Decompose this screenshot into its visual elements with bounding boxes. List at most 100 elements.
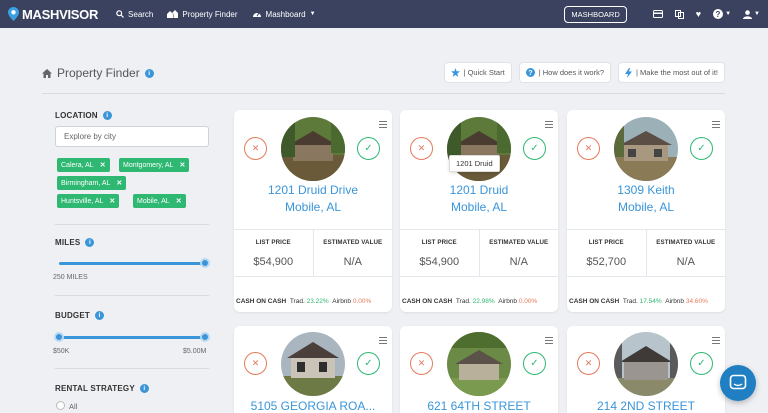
approve-button[interactable]: ✓ bbox=[357, 352, 380, 375]
remove-tag-icon[interactable]: ✕ bbox=[176, 197, 182, 205]
property-address-line1[interactable]: 5105 GEORGIA ROA... bbox=[234, 398, 392, 413]
miles-label-text: MILES bbox=[55, 238, 81, 247]
budget-info-icon[interactable]: i bbox=[94, 311, 104, 320]
remove-tag-icon[interactable]: ✕ bbox=[179, 161, 185, 169]
property-address-line2[interactable]: Mobile, AL bbox=[567, 199, 725, 216]
search-icon bbox=[116, 10, 124, 18]
property-photo[interactable] bbox=[281, 117, 345, 181]
remove-tag-icon[interactable]: ✕ bbox=[109, 197, 115, 205]
page-title-text: Property Finder bbox=[57, 66, 140, 80]
miles-slider-handle[interactable] bbox=[200, 258, 210, 268]
rental-all-radio[interactable] bbox=[56, 401, 65, 410]
property-card[interactable]: ✕ ✓ 1201 Druid Drive Mobile, AL LIST PRI… bbox=[234, 110, 392, 312]
approve-button[interactable]: ✓ bbox=[523, 137, 546, 160]
location-tag-calera[interactable]: Calera, AL ✕ bbox=[57, 158, 110, 172]
budget-max-handle[interactable] bbox=[200, 332, 210, 342]
hamburger-menu-icon[interactable] bbox=[545, 121, 553, 130]
reject-button[interactable]: ✕ bbox=[577, 352, 600, 375]
remove-tag-icon[interactable]: ✕ bbox=[116, 179, 122, 187]
estimated-value: N/A bbox=[509, 256, 528, 268]
nav-search[interactable]: Search bbox=[116, 10, 153, 19]
page-header: Property Finder i | Quick Start ? | How … bbox=[42, 62, 725, 94]
quick-start-button[interactable]: | Quick Start bbox=[443, 62, 512, 83]
hamburger-menu-icon[interactable] bbox=[545, 337, 553, 346]
miles-info-icon[interactable]: i bbox=[85, 238, 95, 247]
nav-search-label: Search bbox=[128, 9, 154, 19]
reject-button[interactable]: ✕ bbox=[410, 352, 433, 375]
budget-slider-range[interactable] bbox=[59, 336, 207, 339]
location-tag-mobile[interactable]: Mobile, AL ✕ bbox=[133, 194, 186, 208]
property-address-line2[interactable]: Mobile, AL bbox=[234, 199, 392, 216]
chat-widget-button[interactable] bbox=[720, 365, 756, 401]
help-icon[interactable]: ? ▼ bbox=[713, 9, 731, 19]
cash-on-cash-label: CASH ON CASH bbox=[236, 298, 287, 305]
mashboard-button[interactable]: MASHBOARD bbox=[564, 5, 627, 23]
hamburger-menu-icon[interactable] bbox=[712, 337, 720, 346]
nav-mashboard-dropdown[interactable]: Mashboard ▼ bbox=[252, 10, 316, 19]
nav-property-finder[interactable]: Property Finder bbox=[167, 10, 238, 19]
info-icon[interactable]: i bbox=[144, 68, 154, 78]
approve-button[interactable]: ✓ bbox=[690, 352, 713, 375]
tag-label: Huntsville, AL bbox=[61, 197, 104, 205]
svg-text:?: ? bbox=[716, 10, 721, 19]
property-photo[interactable] bbox=[447, 332, 511, 396]
property-address-line1[interactable]: 621 64TH STREET bbox=[400, 398, 558, 413]
airbnb-value: 34.60% bbox=[685, 298, 708, 305]
location-tag-huntsville[interactable]: Huntsville, AL ✕ bbox=[57, 194, 120, 208]
divider bbox=[55, 224, 209, 225]
property-card[interactable]: ✕ ✓ 1201 Druid Mobile, AL LIST PRICE $54… bbox=[400, 110, 558, 312]
heart-icon[interactable]: ♥ bbox=[696, 9, 701, 19]
user-icon[interactable]: ▼ bbox=[743, 9, 760, 19]
airbnb-label: Airbnb bbox=[665, 298, 685, 305]
reject-button[interactable]: ✕ bbox=[244, 352, 267, 375]
property-card[interactable]: ✕ ✓ 5105 GEORGIA ROA... bbox=[234, 326, 392, 413]
list-price-label: LIST PRICE bbox=[588, 239, 624, 246]
approve-button[interactable]: ✓ bbox=[357, 137, 380, 160]
hamburger-menu-icon[interactable] bbox=[379, 121, 387, 130]
budget-min-handle[interactable] bbox=[54, 332, 64, 342]
location-tag-birmingham[interactable]: Birmingham, AL ✕ bbox=[57, 176, 127, 190]
hamburger-menu-icon[interactable] bbox=[712, 121, 720, 130]
trad-value: 17.54% bbox=[639, 298, 662, 305]
rental-strategy-info-icon[interactable]: i bbox=[139, 384, 149, 393]
approve-button[interactable]: ✓ bbox=[690, 137, 713, 160]
lightning-icon bbox=[625, 67, 633, 78]
location-info-icon[interactable]: i bbox=[102, 111, 112, 120]
list-price-value: $52,700 bbox=[586, 256, 627, 268]
property-address-line1[interactable]: 1309 Keith bbox=[567, 182, 725, 199]
reject-button[interactable]: ✕ bbox=[244, 137, 267, 160]
property-photo[interactable] bbox=[614, 332, 678, 396]
estimated-value-cell: ESTIMATED VALUE N/A bbox=[312, 230, 393, 276]
top-navbar: MASHVISOR Search Property Finder Mashboa… bbox=[0, 0, 768, 28]
property-address-line1[interactable]: 214 2ND STREET bbox=[567, 398, 725, 413]
city-search-input[interactable]: Explore by city bbox=[55, 126, 209, 147]
property-address-line2[interactable]: Mobile, AL bbox=[400, 199, 558, 216]
star-icon bbox=[450, 68, 460, 77]
property-card[interactable]: ✕ ✓ 1309 Keith Mobile, AL LIST PRICE $52… bbox=[567, 110, 725, 312]
reject-button[interactable]: ✕ bbox=[410, 137, 433, 160]
cash-on-cash-row: CASH ON CASH Trad. 22.98% Airbnb 0.00% bbox=[402, 298, 537, 305]
hamburger-menu-icon[interactable] bbox=[379, 337, 387, 346]
make-the-most-button[interactable]: | Make the most out of it! bbox=[618, 62, 725, 83]
budget-min-value: $50K bbox=[53, 348, 70, 355]
location-tag-montgomery[interactable]: Montgomery, AL ✕ bbox=[119, 158, 190, 172]
reject-button[interactable]: ✕ bbox=[577, 137, 600, 160]
brand-logo[interactable]: MASHVISOR bbox=[8, 7, 98, 22]
airbnb-value: 0.00% bbox=[352, 298, 372, 305]
property-photo[interactable] bbox=[281, 332, 345, 396]
nav-mashboard-label: Mashboard bbox=[265, 9, 306, 19]
property-card[interactable]: ✕ ✓ 214 2ND STREET bbox=[567, 326, 725, 413]
property-photo[interactable] bbox=[614, 117, 678, 181]
estimated-value-cell: ESTIMATED VALUE N/A bbox=[645, 230, 726, 276]
how-it-works-button[interactable]: ? | How does it work? bbox=[518, 62, 612, 83]
property-card[interactable]: ✕ ✓ 621 64TH STREET bbox=[400, 326, 558, 413]
approve-button[interactable]: ✓ bbox=[523, 352, 546, 375]
compare-icon[interactable] bbox=[674, 9, 684, 19]
card-icon[interactable] bbox=[652, 10, 663, 18]
remove-tag-icon[interactable]: ✕ bbox=[100, 161, 106, 169]
trad-value: 23.22% bbox=[306, 298, 329, 305]
location-pin-icon bbox=[8, 7, 19, 21]
property-address-line1[interactable]: 1201 Druid Drive bbox=[234, 182, 392, 199]
divider bbox=[55, 368, 209, 369]
property-address-line1[interactable]: 1201 Druid bbox=[400, 182, 558, 199]
